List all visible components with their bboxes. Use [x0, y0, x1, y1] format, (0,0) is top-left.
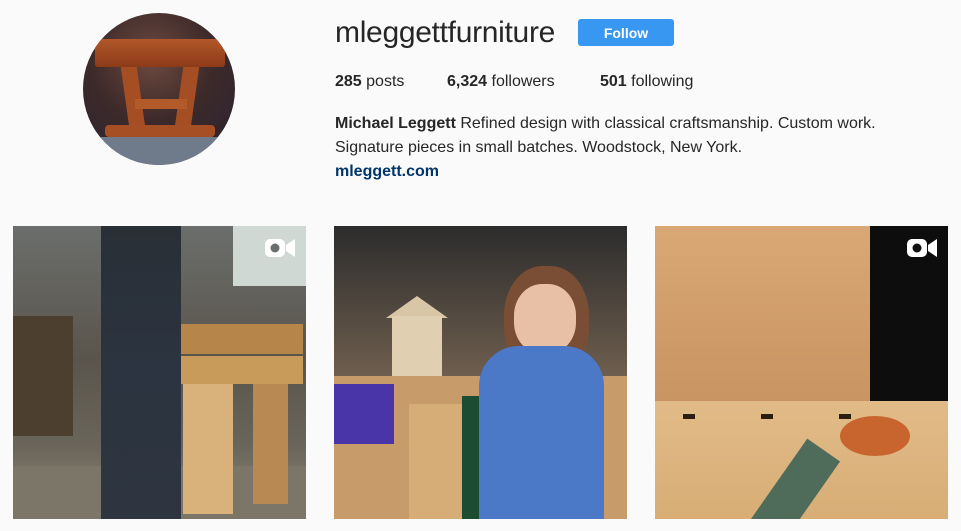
post-thumbnail[interactable]	[13, 226, 306, 519]
followers-label: followers	[487, 73, 555, 90]
post-bench-leg	[183, 384, 233, 514]
following-stat[interactable]: 501 following	[600, 72, 693, 92]
bio-name: Michael Leggett	[335, 115, 456, 132]
post-slot	[839, 414, 851, 419]
post-bench-top	[173, 324, 303, 354]
followers-stat[interactable]: 6,324 followers	[447, 72, 555, 92]
post-board	[655, 226, 870, 406]
post-bench-leg	[253, 384, 288, 504]
post-person	[101, 226, 181, 519]
bio-website-link[interactable]: mleggett.com	[335, 160, 935, 184]
post-child-body	[479, 346, 604, 519]
post-shelf	[13, 316, 73, 436]
post-thumbnail[interactable]	[334, 226, 627, 519]
followers-count: 6,324	[447, 73, 488, 90]
video-camera-icon	[265, 239, 295, 257]
avatar-table-leg	[120, 67, 146, 127]
following-count: 501	[600, 73, 627, 90]
posts-count: 285	[335, 73, 362, 90]
post-slot	[683, 414, 695, 419]
profile-bio: Michael Leggett Refined design with clas…	[335, 112, 935, 184]
avatar-table-top	[95, 39, 225, 67]
post-birdhouse	[392, 316, 442, 376]
profile-avatar[interactable]	[83, 13, 235, 165]
follow-button[interactable]: Follow	[578, 19, 674, 46]
avatar-floor	[83, 137, 235, 165]
post-thumbnail[interactable]	[655, 226, 948, 519]
post-birdhouse-roof	[386, 296, 448, 318]
post-slot	[761, 414, 773, 419]
posts-stat[interactable]: 285 posts	[335, 72, 404, 92]
profile-username: mleggettfurniture	[335, 16, 556, 49]
avatar-table-foot	[105, 125, 215, 137]
avatar-table-leg	[174, 67, 200, 127]
video-camera-icon	[907, 239, 937, 257]
following-label: following	[626, 73, 694, 90]
post-child-face	[514, 284, 576, 354]
post-saw-handle	[840, 416, 910, 456]
post-vise	[334, 384, 394, 444]
post-drawer	[409, 404, 469, 519]
avatar-table-stretcher	[135, 99, 187, 109]
posts-label: posts	[361, 73, 405, 90]
